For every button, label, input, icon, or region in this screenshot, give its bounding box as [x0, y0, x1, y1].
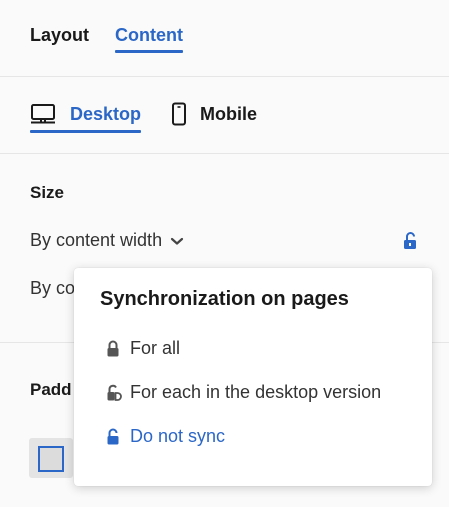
- sync-option-for-each-desktop-label: For each in the desktop version: [130, 382, 382, 402]
- device-mobile-label: Mobile: [200, 103, 257, 124]
- padding-box-icon: [38, 446, 64, 472]
- sync-lock-button[interactable]: [402, 231, 418, 251]
- padding-label: Padd: [30, 380, 72, 399]
- size-select-value: By content width: [30, 230, 163, 250]
- top-tabs: Layout Content: [0, 0, 449, 77]
- size-label: Size: [30, 183, 65, 202]
- sync-option-do-not-sync[interactable]: Do not sync: [106, 426, 225, 447]
- popover-title: Synchronization on pages: [100, 288, 349, 310]
- size-select[interactable]: By content width: [30, 230, 184, 251]
- tab-content[interactable]: Content: [115, 24, 183, 53]
- tab-layout[interactable]: Layout: [30, 24, 89, 46]
- device-switcher: Desktop Mobile: [0, 77, 449, 154]
- unlock-icon: [404, 232, 416, 249]
- sync-option-for-all[interactable]: For all: [106, 338, 180, 359]
- chevron-down-icon: [170, 236, 184, 246]
- device-desktop-tab[interactable]: Desktop: [30, 100, 142, 133]
- sync-option-for-all-label: For all: [130, 338, 181, 358]
- sync-option-do-not-sync-label: Do not sync: [130, 426, 226, 446]
- size-option-partial[interactable]: By co: [30, 278, 74, 299]
- mobile-icon: [170, 102, 188, 126]
- sync-popover: Synchronization on pages For all For eac…: [74, 268, 432, 486]
- sync-option-for-each-desktop[interactable]: For each in the desktop version: [106, 382, 381, 403]
- padding-box-control[interactable]: [29, 438, 73, 478]
- device-mobile-tab[interactable]: Mobile: [170, 100, 257, 128]
- lock-icon: [106, 340, 130, 358]
- device-desktop-label: Desktop: [70, 103, 142, 124]
- unlock-icon: [106, 428, 130, 446]
- desktop-icon: [30, 103, 56, 125]
- lock-device-icon: [106, 384, 130, 402]
